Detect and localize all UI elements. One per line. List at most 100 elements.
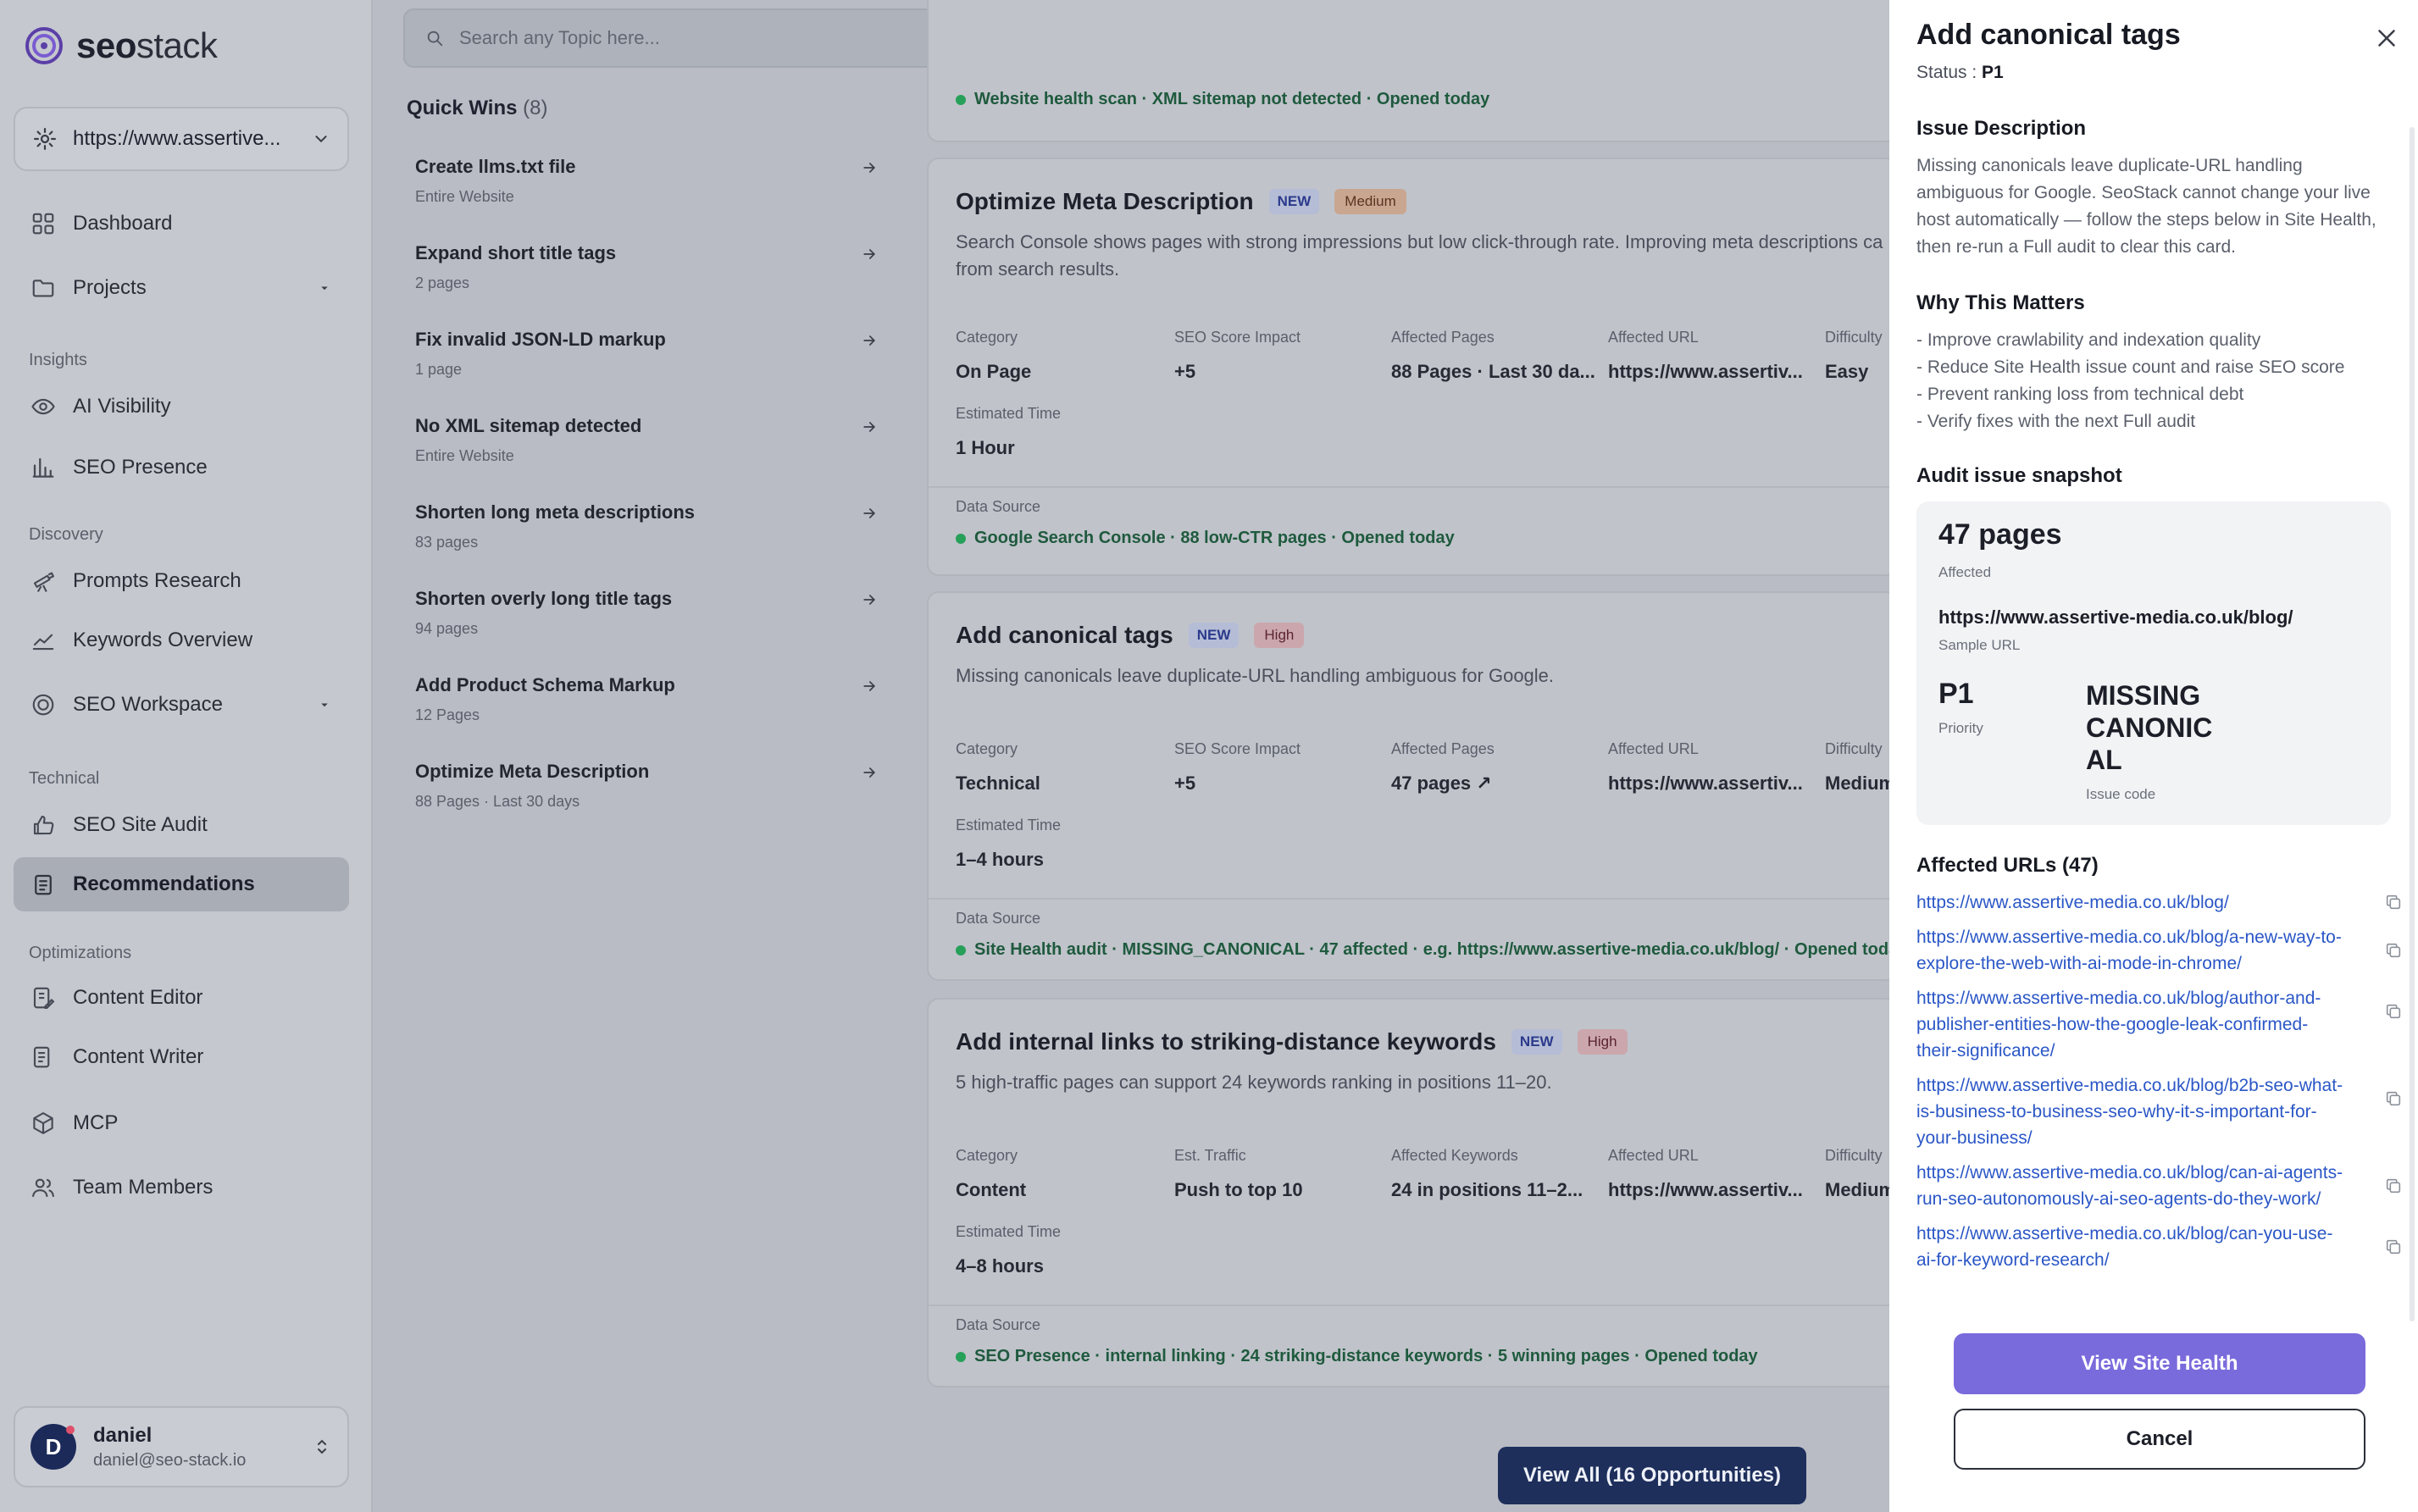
quick-win-title: Optimize Meta Description bbox=[415, 761, 650, 782]
eye-icon bbox=[31, 394, 56, 419]
meta-label: Difficulty bbox=[1825, 329, 1883, 346]
copy-icon[interactable] bbox=[2384, 893, 2403, 911]
arrow-right-icon bbox=[863, 767, 876, 778]
nav-mcp[interactable]: MCP bbox=[14, 1096, 349, 1150]
nav-dashboard[interactable]: Dashboard bbox=[14, 197, 349, 251]
data-source-label: Data Source bbox=[956, 498, 1041, 515]
copy-icon[interactable] bbox=[2384, 1089, 2403, 1108]
data-source: Website health scan · XML sitemap not de… bbox=[956, 90, 1489, 109]
list-item: Verify fixes with the next Full audit bbox=[1916, 408, 2408, 435]
data-source-label: Data Source bbox=[956, 1316, 1041, 1333]
affected-url-row: https://www.assertive-media.co.uk/blog/a… bbox=[1916, 985, 2408, 1064]
sample-url-value: https://www.assertive-media.co.uk/blog/ bbox=[1938, 606, 2293, 628]
copy-icon[interactable] bbox=[2384, 1177, 2403, 1195]
chevron-down-icon bbox=[315, 136, 327, 143]
copy-icon[interactable] bbox=[2384, 941, 2403, 960]
quick-win-item[interactable]: Fix invalid JSON-LD markup 1 page bbox=[407, 329, 890, 410]
notification-dot bbox=[66, 1426, 75, 1434]
affected-url-link[interactable]: https://www.assertive-media.co.uk/blog/ bbox=[1916, 889, 2349, 916]
meta-value: Content bbox=[956, 1179, 1027, 1200]
meta-label: SEO Score Impact bbox=[1174, 740, 1301, 757]
nav-seo-presence[interactable]: SEO Presence bbox=[14, 440, 349, 495]
brand-logo[interactable]: seostack bbox=[24, 25, 218, 66]
recommendation-card-internal-links[interactable]: Add internal links to striking-distance … bbox=[927, 998, 1898, 1387]
estimated-time-label: Estimated Time bbox=[956, 1223, 1062, 1240]
issue-description-text: Missing canonicals leave duplicate-URL h… bbox=[1916, 156, 2376, 257]
nav-seo-workspace[interactable]: SEO Workspace bbox=[14, 678, 349, 732]
affected-url-link[interactable]: https://www.assertive-media.co.uk/blog/b… bbox=[1916, 1072, 2349, 1151]
data-source: Site Health audit · MISSING_CANONICAL · … bbox=[956, 940, 1896, 960]
view-site-health-button[interactable]: View Site Health bbox=[1954, 1333, 2365, 1394]
nav-recommendations[interactable]: Recommendations bbox=[14, 857, 349, 911]
recommendation-card-sitemap[interactable]: Website health scan · XML sitemap not de… bbox=[927, 0, 1898, 142]
nav-team-members-label: Team Members bbox=[73, 1176, 214, 1199]
trend-chart-icon bbox=[31, 628, 56, 653]
quick-win-item[interactable]: Expand short title tags 2 pages bbox=[407, 242, 890, 324]
nav-team-members[interactable]: Team Members bbox=[14, 1160, 349, 1215]
meta-value[interactable]: 24 in positions 11–2... bbox=[1391, 1179, 1583, 1201]
bar-chart-icon bbox=[31, 455, 56, 480]
nav-seo-site-audit[interactable]: SEO Site Audit bbox=[14, 798, 349, 852]
user-email: daniel@seo-stack.io bbox=[93, 1450, 247, 1470]
affected-url-link[interactable]: https://www.assertive-media.co.uk/blog/c… bbox=[1916, 1160, 2349, 1212]
card-title: Add internal links to striking-distance … bbox=[956, 1028, 1496, 1055]
quick-win-item[interactable]: Optimize Meta Description 88 Pages · Last… bbox=[407, 761, 890, 842]
meta-value: Easy bbox=[1825, 361, 1869, 382]
meta-value[interactable]: https://www.assertiv... bbox=[1608, 773, 1803, 795]
meta-value: On Page bbox=[956, 361, 1032, 382]
nav-keywords-overview[interactable]: Keywords Overview bbox=[14, 613, 349, 667]
user-account-menu[interactable]: D daniel daniel@seo-stack.io bbox=[14, 1406, 349, 1487]
nav-content-editor[interactable]: Content Editor bbox=[14, 971, 349, 1025]
arrow-right-icon bbox=[863, 508, 876, 518]
site-selector[interactable]: https://www.assertive... bbox=[14, 107, 349, 171]
snapshot-heading: Audit issue snapshot bbox=[1916, 464, 2122, 487]
quick-win-item[interactable]: Add Product Schema Markup 12 Pages bbox=[407, 674, 890, 756]
quick-win-title: Fix invalid JSON-LD markup bbox=[415, 329, 666, 350]
clipboard-list-icon bbox=[31, 872, 56, 897]
users-icon bbox=[31, 1175, 56, 1200]
list-item: Reduce Site Health issue count and raise… bbox=[1916, 354, 2408, 381]
why-matters-list: Improve crawlability and indexation qual… bbox=[1916, 327, 2408, 435]
panel-scrollbar[interactable] bbox=[2410, 127, 2415, 1321]
search-input[interactable]: Search any Topic here... bbox=[459, 27, 982, 49]
affected-urls-heading: Affected URLs (47) bbox=[1916, 854, 2099, 877]
quick-win-item[interactable]: Shorten overly long title tags 94 pages bbox=[407, 588, 890, 669]
quick-win-title: Create llms.txt file bbox=[415, 156, 576, 177]
affected-url-link[interactable]: https://www.assertive-media.co.uk/blog/c… bbox=[1916, 1221, 2349, 1273]
card-title: Add canonical tags bbox=[956, 622, 1173, 648]
close-icon[interactable] bbox=[2372, 24, 2401, 53]
meta-value[interactable]: 88 Pages · Last 30 da... bbox=[1391, 361, 1594, 383]
nav-prompts-research[interactable]: Prompts Research bbox=[14, 554, 349, 608]
quick-win-item[interactable]: No XML sitemap detected Entire Website bbox=[407, 415, 890, 496]
affected-url-link[interactable]: https://www.assertive-media.co.uk/blog/a… bbox=[1916, 985, 2349, 1064]
nav-prompts-research-label: Prompts Research bbox=[73, 569, 241, 592]
why-matters-heading: Why This Matters bbox=[1916, 291, 2085, 314]
card-description: 5 high-traffic pages can support 24 keyw… bbox=[956, 1072, 1552, 1093]
affected-url-link[interactable]: https://www.assertive-media.co.uk/blog/a… bbox=[1916, 924, 2349, 977]
new-badge: NEW bbox=[1188, 623, 1240, 648]
copy-icon[interactable] bbox=[2384, 1002, 2403, 1021]
meta-label: Difficulty bbox=[1825, 1147, 1883, 1164]
nav-content-writer[interactable]: Content Writer bbox=[14, 1030, 349, 1084]
meta-value[interactable]: 47 pages ↗ bbox=[1391, 773, 1492, 795]
meta-value: Technical bbox=[956, 773, 1040, 794]
cancel-button[interactable]: Cancel bbox=[1954, 1409, 2365, 1470]
quick-win-item[interactable]: Shorten long meta descriptions 83 pages bbox=[407, 501, 890, 583]
copy-icon[interactable] bbox=[2384, 1238, 2403, 1256]
affected-url-row: https://www.assertive-media.co.uk/blog/c… bbox=[1916, 1221, 2408, 1273]
list-item: Prevent ranking loss from technical debt bbox=[1916, 381, 2408, 408]
status-dot bbox=[956, 1351, 966, 1362]
nav-projects[interactable]: Projects bbox=[14, 261, 349, 315]
recommendation-card-meta-description[interactable]: Optimize Meta Description NEW Medium Search… bbox=[927, 158, 1898, 576]
new-badge: NEW bbox=[1268, 189, 1320, 214]
meta-value: Push to top 10 bbox=[1174, 1179, 1303, 1200]
panel-status: Status : P1 bbox=[1916, 63, 2004, 82]
nav-ai-visibility[interactable]: AI Visibility bbox=[14, 379, 349, 434]
priority-value: P1 bbox=[1938, 678, 1974, 710]
list-item: Improve crawlability and indexation qual… bbox=[1916, 327, 2408, 354]
recommendation-card-canonical-tags[interactable]: Add canonical tags NEW High Missing canonic… bbox=[927, 591, 1898, 981]
view-all-button[interactable]: View All (16 Opportunities) bbox=[1498, 1447, 1806, 1504]
meta-value[interactable]: https://www.assertiv... bbox=[1608, 1179, 1803, 1201]
meta-value[interactable]: https://www.assertiv... bbox=[1608, 361, 1803, 383]
quick-win-item[interactable]: Create llms.txt file Entire Website bbox=[407, 156, 890, 237]
